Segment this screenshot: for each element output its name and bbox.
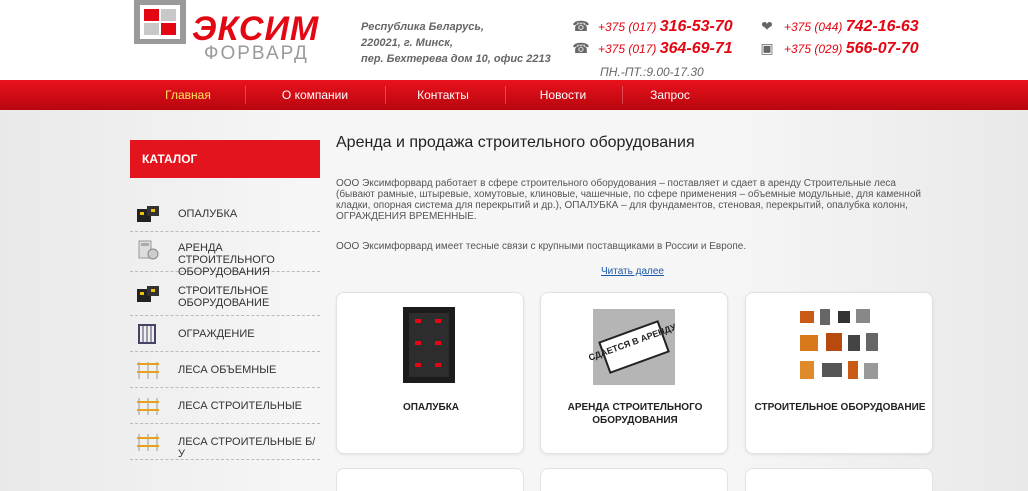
- formwork-icon: [137, 286, 159, 302]
- catalog-item-volume-scaffold[interactable]: ЛЕСА ОБЪЕМНЫЕ: [130, 352, 320, 388]
- fence-icon: [138, 324, 156, 344]
- scaffold-icon: [137, 398, 159, 415]
- card-title: АРЕНДА СТРОИТЕЛЬНОГО ОБОРУДОВАНИЯ: [567, 402, 703, 426]
- card-partial[interactable]: [540, 468, 728, 491]
- phone-2[interactable]: ☎ +375 (017) 364-69-71: [570, 40, 732, 60]
- card-partial[interactable]: [745, 468, 933, 491]
- formwork-icon: [137, 206, 159, 222]
- rent-calculator-icon: [138, 240, 159, 260]
- phone-icon: ☎: [572, 40, 590, 56]
- partners-paragraph: ООО Эксимфорвард имеет тесные связи с кр…: [336, 241, 747, 252]
- site-header: ЭКСИМ ФОРВАРД Республика Беларусь, 22002…: [0, 0, 1028, 80]
- logo-subtext: ФОРВАРД: [204, 43, 309, 64]
- scaffold-icon: [137, 434, 159, 451]
- catalog-item-formwork[interactable]: ОПАЛУБКА: [130, 196, 320, 232]
- main-nav: Главная О компании Контакты Новости Запр…: [0, 80, 1028, 110]
- velcom-heart-icon: ❤: [761, 18, 773, 34]
- scaffold-icon: [137, 362, 159, 379]
- construction-equipment-icon: [800, 309, 878, 379]
- company-address: Республика Беларусь, 220021, г. Минск, п…: [361, 19, 566, 67]
- nav-request[interactable]: Запрос: [640, 80, 700, 110]
- nav-contacts[interactable]: Контакты: [405, 80, 481, 110]
- card-formwork[interactable]: ОПАЛУБКА: [336, 292, 524, 454]
- phone-icon: ☎: [572, 18, 590, 34]
- catalog-title: КАТАЛОГ: [130, 140, 320, 178]
- card-title: СТРОИТЕЛЬНОЕ ОБОРУДОВАНИЕ: [754, 402, 926, 413]
- card-title: ОПАЛУБКА: [402, 402, 460, 413]
- card-equipment[interactable]: СТРОИТЕЛЬНОЕ ОБОРУДОВАНИЕ: [745, 292, 933, 454]
- working-hours: ПН.-ПТ.:9.00-17.30: [600, 65, 704, 79]
- intro-paragraph: ООО Эксимфорвард работает в сфере строит…: [336, 178, 921, 222]
- address-line-3: пер. Бехтерева дом 10, офис 2213: [361, 53, 551, 65]
- phone-1[interactable]: ☎ +375 (017) 316-53-70: [570, 18, 732, 38]
- catalog-item-scaffold-used[interactable]: ЛЕСА СТРОИТЕЛЬНЫЕ Б/У: [130, 424, 320, 460]
- card-partial[interactable]: [336, 468, 524, 491]
- catalog-item-equipment[interactable]: СТРОИТЕЛЬНОЕ ОБОРУДОВАНИЕ: [130, 272, 320, 316]
- read-more-link[interactable]: Читать далее: [601, 266, 664, 277]
- address-line-2: 220021, г. Минск,: [361, 37, 453, 49]
- formwork-panel-icon: [403, 307, 455, 383]
- nav-news[interactable]: Новости: [525, 80, 601, 110]
- logo-text: ЭКСИМ: [192, 10, 320, 48]
- catalog-item-rent[interactable]: АРЕНДА СТРОИТЕЛЬНОГО ОБОРУДОВАНИЯ: [130, 232, 320, 278]
- catalog-item-fence[interactable]: ОГРАЖДЕНИЕ: [130, 316, 320, 352]
- nav-home[interactable]: Главная: [150, 80, 226, 110]
- nav-about[interactable]: О компании: [270, 80, 360, 110]
- address-line-1: Республика Беларусь,: [361, 21, 484, 33]
- mts-square-icon: ▣: [760, 40, 774, 56]
- for-rent-stamp-icon: СДАЕТСЯ В АРЕНДУ: [589, 309, 678, 385]
- phone-3[interactable]: ❤ +375 (044) 742-16-63: [756, 18, 919, 38]
- card-rent[interactable]: СДАЕТСЯ В АРЕНДУ АРЕНДА СТРОИТЕЛЬНОГО ОБ…: [540, 292, 728, 454]
- catalog-item-scaffold[interactable]: ЛЕСА СТРОИТЕЛЬНЫЕ: [130, 388, 320, 424]
- page-title: Аренда и продажа строительного оборудова…: [336, 134, 695, 151]
- logo-mark: [134, 0, 186, 44]
- site-logo[interactable]: ЭКСИМ ФОРВАРД: [134, 0, 360, 64]
- phone-4[interactable]: ▣ +375 (029) 566-07-70: [756, 40, 918, 60]
- catalog-sidebar: КАТАЛОГ ОПАЛУБКА АРЕНДА СТРОИТЕЛЬНОГО ОБ…: [130, 140, 320, 460]
